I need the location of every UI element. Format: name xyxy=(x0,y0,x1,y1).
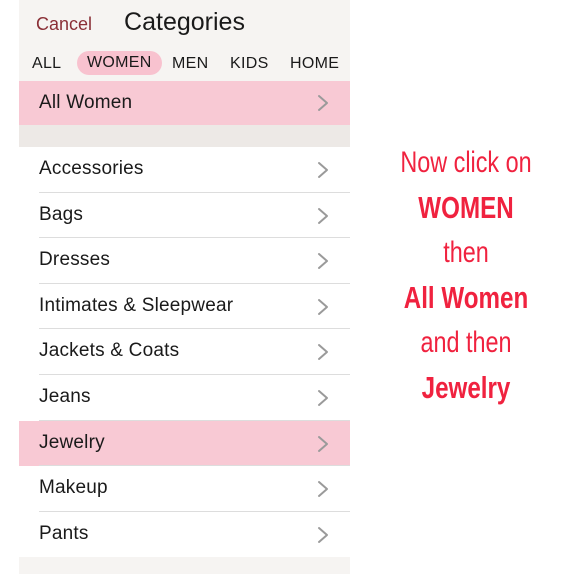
instruction-line: Jewelry xyxy=(421,370,511,405)
list-item-accessories[interactable]: Accessories xyxy=(19,147,350,193)
list-item-label: Bags xyxy=(39,203,84,225)
list-item-label: Dresses xyxy=(39,249,111,271)
categories-screen: Cancel Categories ALL WOMEN MEN KIDS HOM… xyxy=(19,0,350,574)
section-divider xyxy=(19,125,350,147)
chevron-right-icon xyxy=(318,435,328,452)
chevron-right-icon xyxy=(318,207,328,224)
instruction-line: WOMEN xyxy=(418,190,514,225)
tab-women[interactable]: WOMEN xyxy=(77,51,162,75)
list-item-dresses[interactable]: Dresses xyxy=(19,238,350,284)
list-item-jewelry[interactable]: Jewelry xyxy=(19,420,350,467)
chevron-right-icon xyxy=(318,389,328,406)
list-item-label: Jackets & Coats xyxy=(39,340,180,362)
page-title: Categories xyxy=(124,8,245,36)
list-item-makeup[interactable]: Makeup xyxy=(19,466,350,512)
list-item-jeans[interactable]: Jeans xyxy=(19,374,350,421)
list-item-intimates-sleepwear[interactable]: Intimates & Sleepwear xyxy=(19,283,350,330)
list-item-pants[interactable]: Pants xyxy=(19,511,350,558)
instruction-callout: Now click on WOMEN then All Women and th… xyxy=(352,140,580,410)
list-item-label: Jeans xyxy=(39,385,91,407)
tab-home[interactable]: HOME xyxy=(290,55,339,73)
category-list: Accessories Bags Dresses Intimates & Sle… xyxy=(19,147,350,558)
all-women-label: All Women xyxy=(39,92,133,113)
instruction-line: and then xyxy=(420,326,512,359)
all-women-row[interactable]: All Women xyxy=(19,81,350,125)
instruction-line: Now click on xyxy=(400,146,532,179)
list-item-label: Intimates & Sleepwear xyxy=(39,294,234,316)
category-tabs: ALL WOMEN MEN KIDS HOME xyxy=(19,46,350,81)
chevron-right-icon xyxy=(318,253,328,270)
chevron-right-icon xyxy=(318,162,328,178)
tab-men[interactable]: MEN xyxy=(172,55,208,73)
page: Cancel Categories ALL WOMEN MEN KIDS HOM… xyxy=(0,0,580,580)
list-item-label: Jewelry xyxy=(39,431,105,453)
list-item-bags[interactable]: Bags xyxy=(19,192,350,239)
chevron-right-icon xyxy=(318,481,328,498)
chevron-right-icon xyxy=(318,298,328,315)
list-item-jackets-coats[interactable]: Jackets & Coats xyxy=(19,329,350,375)
chevron-right-icon xyxy=(318,344,328,361)
list-item-label: Accessories xyxy=(39,158,144,179)
instruction-line: then xyxy=(443,236,489,269)
nav-header: Cancel Categories xyxy=(19,0,350,46)
list-item-label: Makeup xyxy=(39,477,108,499)
chevron-right-icon xyxy=(318,95,328,111)
tab-all[interactable]: ALL xyxy=(32,55,61,73)
list-item-label: Pants xyxy=(39,522,89,544)
chevron-right-icon xyxy=(318,526,328,543)
tab-kids[interactable]: KIDS xyxy=(230,55,269,73)
instruction-line: All Women xyxy=(403,280,529,315)
